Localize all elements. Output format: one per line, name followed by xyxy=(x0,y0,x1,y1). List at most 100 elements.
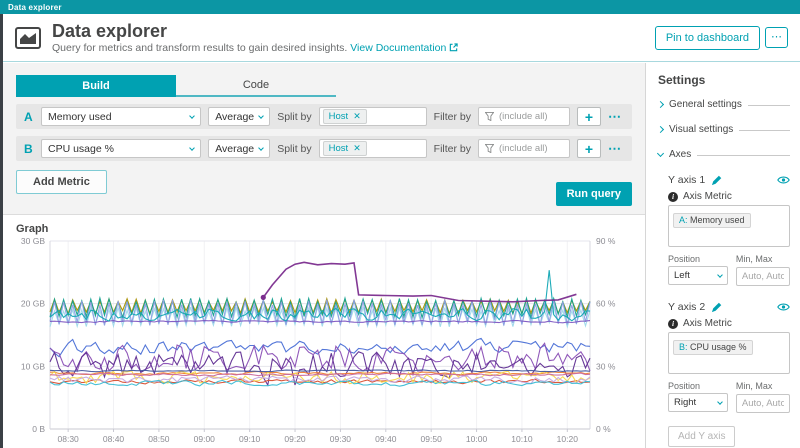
row-more-button[interactable]: ⋯ xyxy=(608,109,624,125)
page-title: Data explorer xyxy=(52,21,458,41)
add-filter-button[interactable]: + xyxy=(577,107,601,126)
metric-select[interactable]: Memory used xyxy=(41,107,201,126)
axis-metric-chip: A: Memory used xyxy=(673,213,751,228)
position-select[interactable]: Right xyxy=(668,393,728,412)
y-left-tick-label: 20 GB xyxy=(21,299,45,309)
y-right-tick-label: 60 % xyxy=(596,299,616,309)
split-chip-host[interactable]: Host ✕ xyxy=(323,109,367,124)
metric-select[interactable]: CPU usage % xyxy=(41,139,201,158)
chevron-down-icon xyxy=(258,145,264,151)
axis-metric-row: i Axis Metric xyxy=(668,318,790,329)
chevron-right-icon xyxy=(657,101,664,108)
x-tick-label: 09:10 xyxy=(239,434,261,444)
metric-key-label: A xyxy=(24,110,34,124)
info-icon: i xyxy=(668,192,678,202)
external-link-icon xyxy=(449,43,458,52)
x-tick-label: 09:30 xyxy=(330,434,352,444)
axis-metric-box[interactable]: B: CPU usage % xyxy=(668,332,790,374)
minmax-input[interactable] xyxy=(736,394,790,413)
y-axis-2-header: Y axis 2 xyxy=(668,301,790,313)
collapsed-nav-strip[interactable] xyxy=(0,14,3,448)
x-tick-label: 10:00 xyxy=(466,434,488,444)
split-by-input[interactable]: Host ✕ xyxy=(319,107,427,126)
axis-metric-box[interactable]: A: Memory used xyxy=(668,205,790,247)
x-tick-label: 10:10 xyxy=(511,434,533,444)
funnel-icon xyxy=(485,144,494,153)
tab-build[interactable]: Build xyxy=(16,75,176,97)
axis-metric-chip: B: CPU usage % xyxy=(673,340,753,355)
filter-input-wrap[interactable] xyxy=(478,139,570,158)
main-content: Build Code A Memory used Average Split b… xyxy=(0,63,645,448)
chevron-down-icon xyxy=(189,145,195,151)
header-more-button[interactable]: ⋯ xyxy=(765,27,788,48)
section-axes[interactable]: Axes xyxy=(658,149,790,160)
y-right-tick-label: 30 % xyxy=(596,361,616,371)
view-documentation-link[interactable]: View Documentation xyxy=(350,42,446,54)
split-by-label: Split by xyxy=(277,111,311,123)
minmax-input[interactable] xyxy=(736,267,790,286)
chip-close-icon[interactable]: ✕ xyxy=(353,111,361,122)
x-tick-label: 09:50 xyxy=(421,434,443,444)
tab-code[interactable]: Code xyxy=(176,75,336,97)
x-tick-label: 08:50 xyxy=(148,434,170,444)
row-more-button[interactable]: ⋯ xyxy=(608,141,624,157)
x-tick-label: 09:20 xyxy=(284,434,306,444)
filter-input[interactable] xyxy=(499,111,561,122)
run-query-button[interactable]: Run query xyxy=(556,182,632,206)
split-by-input[interactable]: Host ✕ xyxy=(319,139,427,158)
info-icon: i xyxy=(668,319,678,329)
mode-tabs: Build Code xyxy=(16,75,632,97)
x-tick-label: 09:00 xyxy=(194,434,216,444)
chevron-down-icon xyxy=(189,113,195,119)
graph-label: Graph xyxy=(16,223,645,235)
chevron-down-icon xyxy=(258,113,264,119)
edit-pencil-icon[interactable] xyxy=(711,302,722,313)
y-right-tick-label: 0 % xyxy=(596,424,611,434)
visibility-eye-icon[interactable] xyxy=(777,175,790,185)
y-axis-1-header: Y axis 1 xyxy=(668,174,790,186)
chevron-down-icon xyxy=(657,150,664,157)
minmax-label: Min, Max xyxy=(736,381,790,391)
metric-row-a: A Memory used Average Split by Host ✕ Fi… xyxy=(16,104,632,129)
settings-title: Settings xyxy=(658,73,790,87)
position-label: Position xyxy=(668,381,728,391)
split-chip-host[interactable]: Host ✕ xyxy=(323,141,367,156)
filter-by-label: Filter by xyxy=(434,111,471,123)
add-filter-button[interactable]: + xyxy=(577,139,601,158)
section-visual-settings[interactable]: Visual settings xyxy=(658,124,790,135)
filter-by-label: Filter by xyxy=(434,143,471,155)
aggregation-select[interactable]: Average xyxy=(208,139,270,158)
app-topbar: Data explorer xyxy=(0,0,800,14)
add-y-axis-button[interactable]: Add Y axis xyxy=(668,426,735,447)
pin-to-dashboard-button[interactable]: Pin to dashboard xyxy=(655,26,760,50)
edit-pencil-icon[interactable] xyxy=(711,175,722,186)
split-by-label: Split by xyxy=(277,143,311,155)
funnel-icon xyxy=(485,112,494,121)
position-select[interactable]: Left xyxy=(668,266,728,285)
y-left-tick-label: 10 GB xyxy=(21,361,45,371)
chevron-down-icon xyxy=(717,272,723,278)
page-header: Data explorer Query for metrics and tran… xyxy=(0,14,800,62)
settings-panel: Settings General settings Visual setting… xyxy=(645,63,800,448)
aggregation-select[interactable]: Average xyxy=(208,107,270,126)
axis-metric-row: i Axis Metric xyxy=(668,191,790,202)
metrics-chart[interactable]: 30 GB20 GB10 GB0 B90 %60 %30 %0 %08:3008… xyxy=(16,235,630,447)
page-subtitle: Query for metrics and transform results … xyxy=(52,42,458,54)
metric-key-label: B xyxy=(24,142,34,156)
filter-input[interactable] xyxy=(499,143,561,154)
filter-input-wrap[interactable] xyxy=(478,107,570,126)
position-label: Position xyxy=(668,254,728,264)
add-metric-button[interactable]: Add Metric xyxy=(16,170,107,194)
chip-close-icon[interactable]: ✕ xyxy=(353,143,361,154)
query-builder: Build Code A Memory used Average Split b… xyxy=(0,63,645,215)
graph-section: Graph 30 GB20 GB10 GB0 B90 %60 %30 %0 %0… xyxy=(0,215,645,448)
topbar-title: Data explorer xyxy=(8,3,62,12)
axes-settings-block: Y axis 1 i Axis Metric A: Memory used Po… xyxy=(658,174,790,448)
series-mem-host-anomaly xyxy=(263,262,576,302)
y-left-tick-label: 0 B xyxy=(32,424,45,434)
section-general-settings[interactable]: General settings xyxy=(658,99,790,110)
visibility-eye-icon[interactable] xyxy=(777,302,790,312)
x-tick-label: 09:40 xyxy=(375,434,397,444)
x-tick-label: 08:40 xyxy=(103,434,125,444)
metric-row-b: B CPU usage % Average Split by Host ✕ Fi… xyxy=(16,136,632,161)
